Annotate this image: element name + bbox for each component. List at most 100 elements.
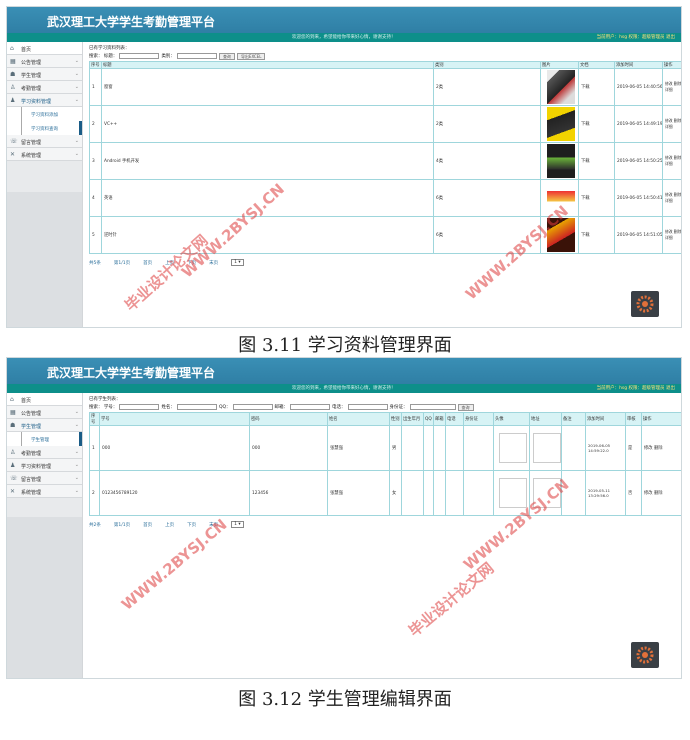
cell-time: 2019-06-05 14:50:25.0: [614, 142, 663, 180]
pager-first[interactable]: 首页: [143, 260, 152, 266]
cell-remark: [561, 425, 586, 471]
search-qq-input[interactable]: [232, 404, 273, 410]
nav-system[interactable]: ✕ 系统管理 ⌄: [7, 485, 82, 498]
main-content: 已有学习资料列表： 搜索： 标题： 类别： 查询 导出EXCEL 序号 标题 类…: [87, 42, 681, 327]
cell-sex: 女: [389, 470, 402, 516]
row-actions[interactable]: 修改 删除 详细: [662, 68, 681, 106]
col-header: 电话: [445, 412, 464, 426]
row-actions[interactable]: 修改 删除 详细: [662, 179, 681, 217]
user-info[interactable]: 当前用户：hsg 权限：超级管理员 退出: [597, 385, 675, 391]
address-box: [532, 433, 561, 463]
cell-title: Android 手机开发: [101, 142, 434, 180]
pager-total: 共2条: [89, 522, 101, 528]
cell-image: [540, 105, 579, 143]
chevron-down-icon: ⌄: [74, 151, 79, 157]
student-icon: ☗: [10, 71, 16, 78]
pager-first[interactable]: 首页: [143, 522, 152, 528]
cell-image: [540, 68, 579, 106]
avatar: [498, 478, 527, 508]
table-row: 1 000 000 张慧强 男 2019-06-05 14:59:22.0 是 …: [89, 425, 681, 471]
nav-material-query[interactable]: 学习资料查询: [7, 121, 82, 135]
pager-next[interactable]: 下页: [187, 522, 196, 528]
nav-material-add[interactable]: 学习资料添加: [7, 107, 82, 121]
chevron-down-icon: ⌄: [74, 475, 79, 481]
nav-material[interactable]: ♟ 学习资料管理 ⌄: [7, 459, 82, 472]
cell-title: VC++: [101, 105, 434, 143]
nav-message[interactable]: ☏ 留言管理 ⌄: [7, 472, 82, 485]
gear-icon[interactable]: [631, 642, 659, 668]
col-header: 地址: [529, 412, 562, 426]
nav-student-sub[interactable]: 学生管理: [7, 432, 82, 446]
nav-material-query-label: 学习资料查询: [31, 127, 58, 132]
row-actions[interactable]: 修改 删除: [641, 425, 681, 471]
chevron-down-icon: ⌄: [74, 97, 79, 103]
chevron-down-icon: ⌄: [74, 71, 79, 77]
search-bar: 搜索： 标题： 类别： 查询 导出EXCEL: [87, 51, 681, 61]
nav-message[interactable]: ☏ 留言管理 ⌄: [7, 135, 82, 148]
nav-system[interactable]: ✕ 系统管理 ⌄: [7, 148, 82, 161]
table-row: 3 Android 手机开发 4类 下载 2019-06-05 14:50:25…: [89, 142, 681, 180]
main-content: 已有学生列表： 搜索： 学号： 姓名： QQ： 邮箱： 电话： 身份证： 查询 …: [87, 393, 681, 678]
col-header: 密码: [249, 412, 328, 426]
pager-prev[interactable]: 上页: [165, 522, 174, 528]
row-actions[interactable]: 修改 删除 详细: [662, 216, 681, 254]
row-actions[interactable]: 修改 删除 详细: [662, 142, 681, 180]
page-select[interactable]: 1 ▾: [231, 259, 244, 266]
search-name-input[interactable]: [176, 404, 217, 410]
cell-no: 2: [89, 105, 102, 143]
download-link[interactable]: 下载: [578, 142, 615, 180]
platform-title: 武汉理工大学学生考勤管理平台: [7, 7, 681, 33]
search-idcard-label: 身份证：: [389, 405, 408, 410]
chevron-down-icon: ⌄: [74, 58, 79, 64]
search-phone-input[interactable]: [347, 404, 388, 410]
row-actions[interactable]: 修改 删除 详细: [662, 105, 681, 143]
nav-home[interactable]: ⌂ 首页: [7, 42, 82, 55]
search-title-input[interactable]: [119, 53, 160, 59]
nav-home[interactable]: ⌂ 首页: [7, 393, 82, 406]
material-table: 序号 标题 类别 图片 文档 添加时间 操作 1 窗窗 2类 下载 2019-0…: [89, 61, 681, 254]
col-header: 序号: [89, 61, 102, 69]
pager-page: 第1/1页: [113, 260, 131, 266]
nav-home-label: 首页: [21, 398, 32, 404]
col-header: 姓名: [327, 412, 390, 426]
welcome-text: 欢迎您的到来，希望能给你带来好心情，谢谢支持！: [292, 35, 396, 40]
col-header: 性别: [389, 412, 402, 426]
search-button[interactable]: 查询: [218, 52, 235, 60]
download-link[interactable]: 下载: [578, 105, 615, 143]
search-idcard-input[interactable]: [409, 404, 456, 410]
nav-notice[interactable]: ▦ 公告管理 ⌄: [7, 55, 82, 68]
search-sid-input[interactable]: [119, 404, 160, 410]
nav-material[interactable]: ♟ 学习资料管理 ⌄: [7, 94, 82, 107]
avatar: [498, 433, 527, 463]
nav-material-add-label: 学习资料添加: [31, 113, 58, 118]
page-select[interactable]: 1 ▾: [231, 521, 244, 528]
download-link[interactable]: 下载: [578, 179, 615, 217]
gear-icon[interactable]: [631, 291, 659, 317]
figure-caption: 图 3.11 学习资料管理界面: [238, 335, 452, 356]
export-excel-button[interactable]: 导出EXCEL: [236, 52, 266, 60]
cell-image: [540, 142, 579, 180]
cell-category: 2类: [433, 105, 541, 143]
student-table: 序号 学号 密码 姓名 性别 出生年月 QQ 邮箱 电话 身份证 头像 地址 备…: [89, 412, 681, 516]
search-email-input[interactable]: [290, 404, 331, 410]
download-link[interactable]: 下载: [578, 216, 615, 254]
download-link[interactable]: 下载: [578, 68, 615, 106]
col-header: 标题: [101, 61, 434, 69]
nav-attendance[interactable]: ♙ 考勤管理 ⌄: [7, 446, 82, 459]
user-icon: ♙: [10, 449, 16, 456]
nav-attendance[interactable]: ♙ 考勤管理 ⌄: [7, 81, 82, 94]
nav-notice[interactable]: ▦ 公告管理 ⌄: [7, 406, 82, 419]
cell-no: 4: [89, 179, 102, 217]
nav-system-label: 系统管理: [21, 490, 42, 496]
search-name-label: 姓名：: [161, 405, 175, 410]
search-category-input[interactable]: [176, 53, 217, 59]
col-header: 身份证: [463, 412, 494, 426]
cell-title: 逆时针: [101, 216, 434, 254]
nav-student[interactable]: ☗ 学生管理 ⌄: [7, 419, 82, 432]
search-button[interactable]: 查询: [457, 403, 474, 411]
chat-icon: ☏: [10, 475, 18, 482]
nav-attendance-label: 考勤管理: [21, 451, 42, 457]
nav-student[interactable]: ☗ 学生管理 ⌄: [7, 68, 82, 81]
row-actions[interactable]: 修改 删除: [641, 470, 681, 516]
user-info[interactable]: 当前用户：hsg 权限：超级管理员 退出: [597, 34, 675, 40]
